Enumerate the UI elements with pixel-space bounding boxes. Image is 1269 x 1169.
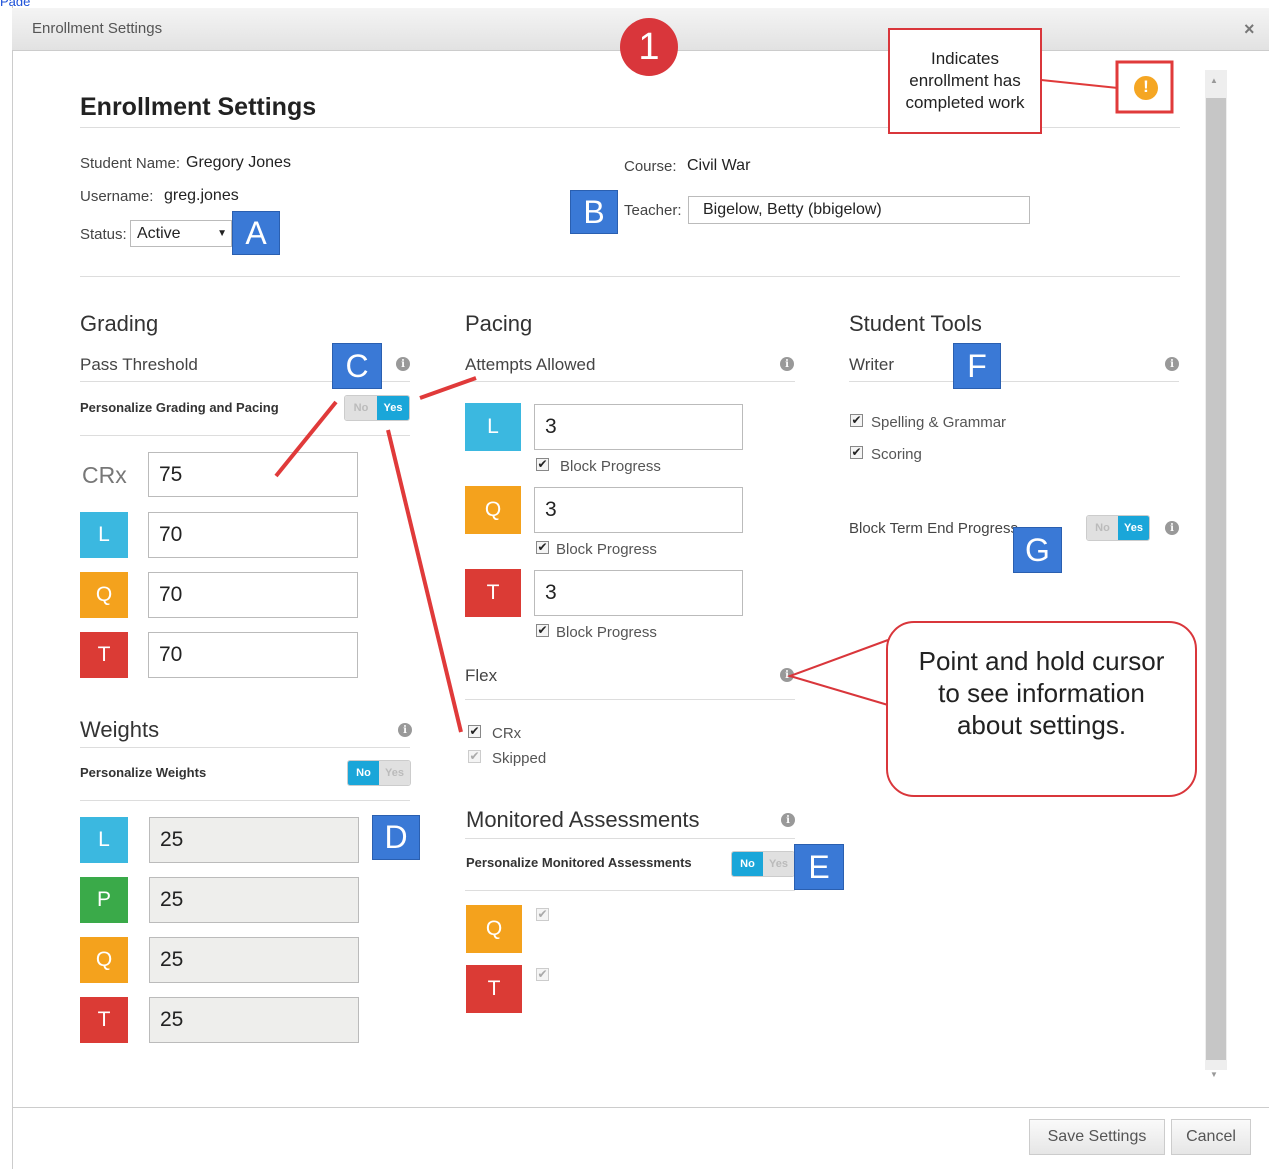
callout-pointer [786,639,889,706]
badge-b: B [570,190,618,234]
badge-f: F [953,343,1001,389]
badge-g: G [1013,527,1062,573]
badge-d: D [372,815,420,860]
annotation-line [274,400,338,478]
badge-e: E [794,844,844,890]
warning-glyph: ! [1143,77,1149,96]
annotation-line [419,376,477,400]
badge-a: A [232,211,280,255]
annotation-lines [274,60,1174,733]
indicator-callout: Indicates enrollment has completed work [888,28,1042,134]
hover-callout: Point and hold cursor to see information… [886,621,1197,797]
badge-c: C [332,343,382,389]
callout-number: 1 [620,18,678,76]
annotation-line [386,429,463,733]
